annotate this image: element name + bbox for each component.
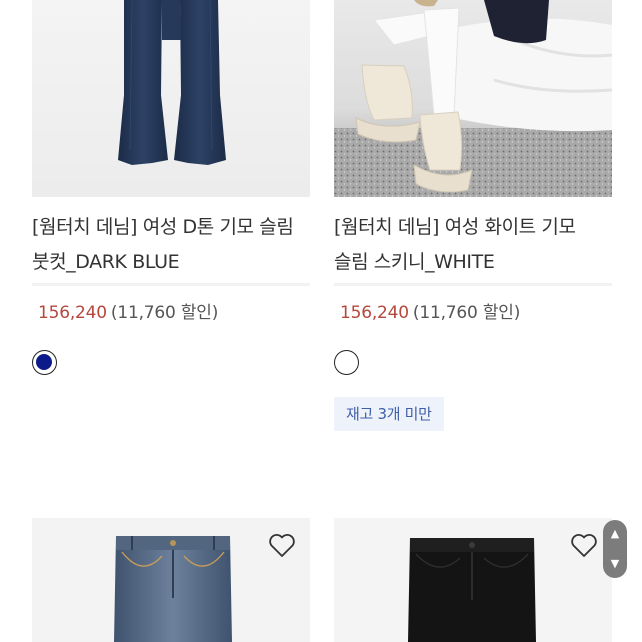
chevron-down-icon[interactable]: ▼	[603, 558, 627, 570]
chevron-up-icon[interactable]: ▲	[603, 528, 627, 540]
heart-outline-icon[interactable]	[268, 532, 296, 558]
product-image[interactable]	[32, 0, 310, 197]
product-title[interactable]: [웜터치 데님] 여성 D톤 기모 슬림 붓컷_DARK BLUE	[32, 210, 310, 283]
product-card[interactable]: [웜터치 데님] 여성 D톤 기모 슬림 붓컷_DARK BLUE 156,24…	[32, 0, 310, 375]
product-image[interactable]	[32, 518, 310, 642]
product-image[interactable]	[334, 0, 612, 197]
price-row: 156,240 (11,760 할인)	[32, 301, 310, 325]
product-title[interactable]: [웜터치 데님] 여성 화이트 기모 슬림 스키니_WHITE	[334, 210, 612, 283]
product-image[interactable]	[334, 518, 612, 642]
product-price: 156,240	[340, 303, 409, 323]
low-stock-badge: 재고 3개 미만	[334, 397, 444, 431]
price-row: 156,240 (11,760 할인)	[334, 301, 612, 325]
product-grid: [웜터치 데님] 여성 D톤 기모 슬림 붓컷_DARK BLUE 156,24…	[0, 0, 642, 642]
heart-outline-icon[interactable]	[570, 532, 598, 558]
discount-amount: (11,760 할인)	[110, 303, 219, 323]
product-card[interactable]	[32, 518, 310, 642]
product-card[interactable]	[334, 518, 612, 642]
color-swatch-dark-blue[interactable]	[32, 350, 57, 375]
divider	[32, 283, 310, 286]
divider	[334, 283, 612, 286]
color-swatch-white[interactable]	[334, 350, 359, 375]
product-price: 156,240	[38, 303, 107, 323]
product-card[interactable]: [웜터치 데님] 여성 화이트 기모 슬림 스키니_WHITE 156,240(…	[334, 0, 612, 431]
scroll-buttons[interactable]: ▲ ▼	[603, 520, 627, 578]
discount-amount: (11,760 할인)	[412, 303, 521, 323]
